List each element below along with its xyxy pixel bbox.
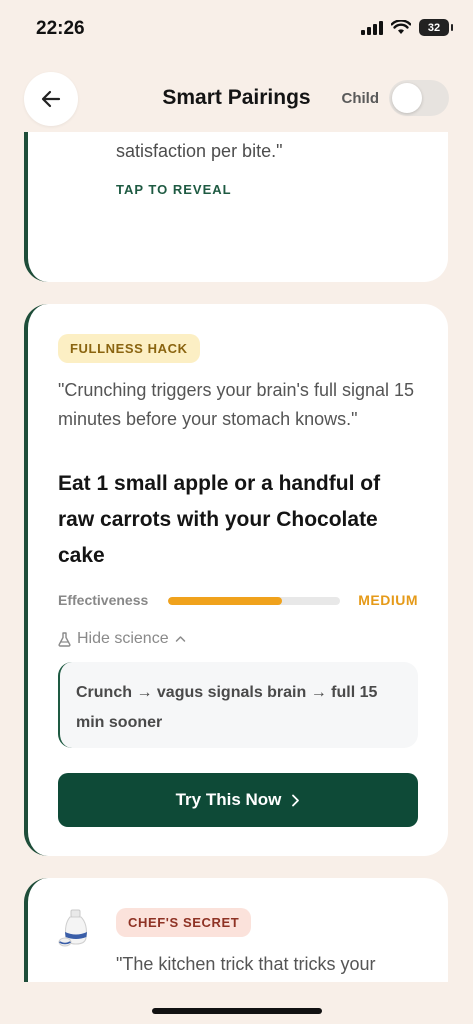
hide-science-toggle[interactable]: Hide science (58, 630, 186, 648)
science-explanation: Crunch → vagus signals brain → full 15 m… (58, 662, 418, 748)
category-badge: CHEF'S SECRET (116, 908, 252, 937)
effectiveness-label: Effectiveness (58, 592, 149, 608)
toggle-knob (392, 83, 422, 113)
status-bar: 22:26 32 (0, 0, 473, 58)
cellular-signal-icon (361, 20, 383, 35)
child-toggle[interactable] (389, 80, 449, 116)
pairing-card-fullness-hack: FULLNESS HACK "Crunching triggers your b… (24, 304, 448, 856)
card-quote: "Crunching triggers your brain's full si… (58, 380, 415, 429)
pairing-card-chefs-secret[interactable]: CHEF'S SECRET "The kitchen trick that tr… (24, 878, 448, 982)
arrow-left-icon (41, 90, 61, 108)
effectiveness-bar-fill (168, 597, 282, 605)
home-indicator (152, 1008, 322, 1014)
bottom-safe-area (0, 982, 473, 1024)
pairing-card-previous[interactable]: brain receptors — 25% more satisfaction … (24, 132, 448, 282)
card-headline: Eat 1 small apple or a handful of raw ca… (58, 472, 381, 567)
chevron-right-icon (292, 794, 300, 806)
status-time: 22:26 (36, 18, 85, 39)
battery-icon: 32 (419, 19, 453, 36)
header: Smart Pairings Child (0, 68, 473, 130)
chevron-up-icon (175, 636, 185, 642)
card-quote: brain receptors — 25% more satisfaction … (116, 141, 283, 161)
effectiveness-row: Effectiveness MEDIUM (58, 590, 418, 612)
try-this-now-button[interactable]: Try This Now (58, 773, 418, 827)
effectiveness-bar (168, 597, 340, 605)
toggle-label: Child (341, 89, 380, 107)
pairings-list[interactable]: brain receptors — 25% more satisfaction … (0, 132, 473, 982)
child-toggle-group: Child (341, 80, 449, 116)
card-quote: "The kitchen trick that tricks your (116, 954, 376, 974)
category-badge: FULLNESS HACK (58, 334, 200, 363)
sake-bottle-icon (58, 909, 87, 947)
effectiveness-level: MEDIUM (358, 592, 418, 608)
science-text: Crunch → vagus signals brain → full 15 m… (76, 684, 378, 731)
wifi-icon (391, 20, 411, 34)
status-icons: 32 (361, 19, 453, 36)
hide-science-label: Hide science (77, 630, 169, 647)
tap-to-reveal-button[interactable]: TAP TO REVEAL (116, 182, 232, 197)
back-button[interactable] (24, 72, 78, 126)
cta-label: Try This Now (175, 790, 282, 809)
flask-icon (58, 631, 71, 647)
